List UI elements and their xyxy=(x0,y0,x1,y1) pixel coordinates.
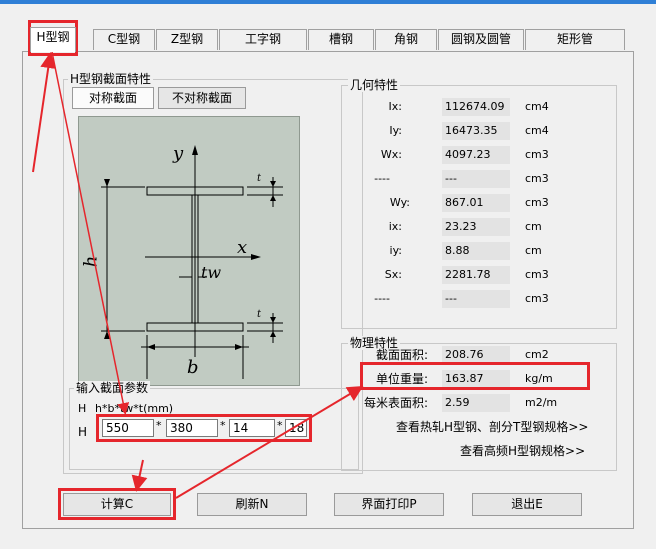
highlight-unit-weight xyxy=(360,362,590,390)
input-hint-prefix: H xyxy=(78,402,87,415)
hot-rolled-spec-link[interactable]: 查看热轧H型钢、剖分T型钢规格>> xyxy=(396,420,588,434)
y-axis-arrow xyxy=(192,145,198,155)
refresh-button[interactable]: 刷新N xyxy=(197,493,307,516)
ix-value: 112674.09 xyxy=(442,98,510,116)
high-freq-spec-link[interactable]: 查看高频H型钢规格>> xyxy=(460,444,585,458)
wy-unit: cm3 xyxy=(525,196,549,209)
tab-i-beam[interactable]: 工字钢 xyxy=(219,29,307,50)
h-label: h xyxy=(80,255,102,268)
geom-placeholder-label-1: ---- xyxy=(374,172,390,185)
iy-label: Iy: xyxy=(389,124,402,137)
input-row-label: H xyxy=(78,425,88,439)
tab-z-steel[interactable]: Z型钢 xyxy=(156,29,218,50)
x-axis-label: x xyxy=(237,237,248,258)
iy-value: 16473.35 xyxy=(442,122,510,140)
iy-unit: cm4 xyxy=(525,124,549,137)
highlight-calculate-button xyxy=(58,488,176,520)
iy-radius-label: iy: xyxy=(389,244,402,257)
tab-rect-tube[interactable]: 矩形管 xyxy=(525,29,625,50)
ix-radius-label: ix: xyxy=(388,220,402,233)
tab-h-steel[interactable]: H型钢 xyxy=(30,27,76,52)
tw-label: tw xyxy=(201,263,222,282)
geom-placeholder-unit-1: cm3 xyxy=(525,172,549,185)
asymmetric-section-button[interactable]: 不对称截面 xyxy=(158,87,246,109)
ix-label: Ix: xyxy=(388,100,402,113)
sx-label: Sx: xyxy=(384,268,402,281)
app-window: H型钢 C型钢 Z型钢 工字钢 槽钢 角钢 圆钢及圆管 矩形管 H型钢截面特性 … xyxy=(0,4,656,549)
wx-value: 4097.23 xyxy=(442,146,510,164)
t-label-bottom: t xyxy=(257,309,262,320)
wy-label: Wy: xyxy=(389,196,410,209)
tab-round-bar-tube[interactable]: 圆钢及圆管 xyxy=(438,29,524,50)
y-axis-label: y xyxy=(173,143,184,164)
ix-unit: cm4 xyxy=(525,100,549,113)
area-unit: cm2 xyxy=(525,348,549,361)
geom-placeholder-label-2: ---- xyxy=(374,292,390,305)
t-label-top: t xyxy=(257,173,262,184)
h-section-drawing xyxy=(101,145,283,379)
x-axis-arrow xyxy=(251,254,261,260)
iy-radius-value: 8.88 xyxy=(442,242,510,260)
tab-angle[interactable]: 角钢 xyxy=(375,29,437,50)
tab-channel[interactable]: 槽钢 xyxy=(308,29,374,50)
b-label: b xyxy=(187,357,199,378)
area-label: 截面面积: xyxy=(375,348,428,362)
geom-placeholder-value-1: --- xyxy=(442,170,510,188)
iy-radius-unit: cm xyxy=(525,244,542,257)
exit-button[interactable]: 退出E xyxy=(472,493,582,516)
geometry-group-title: 几何特性 xyxy=(348,78,401,92)
wy-value: 867.01 xyxy=(442,194,510,212)
wx-unit: cm3 xyxy=(525,148,549,161)
input-group-title: 输入截面参数 xyxy=(74,381,151,395)
symmetric-section-button[interactable]: 对称截面 xyxy=(72,87,154,109)
section-group-title: H型钢截面特性 xyxy=(68,72,154,86)
surface-area-value: 2.59 xyxy=(442,394,510,412)
surface-area-unit: m2/m xyxy=(525,396,558,409)
highlight-input-fields xyxy=(96,414,312,442)
print-button[interactable]: 界面打印P xyxy=(334,493,444,516)
sx-unit: cm3 xyxy=(525,268,549,281)
geom-placeholder-value-2: --- xyxy=(442,290,510,308)
ix-radius-value: 23.23 xyxy=(442,218,510,236)
wx-label: Wx: xyxy=(380,148,402,161)
tab-c-steel[interactable]: C型钢 xyxy=(93,29,155,50)
surface-area-label: 每米表面积: xyxy=(363,396,428,410)
ix-radius-unit: cm xyxy=(525,220,542,233)
h-section-diagram: y x tw h b t t xyxy=(78,116,300,386)
geom-placeholder-unit-2: cm3 xyxy=(525,292,549,305)
sx-value: 2281.78 xyxy=(442,266,510,284)
